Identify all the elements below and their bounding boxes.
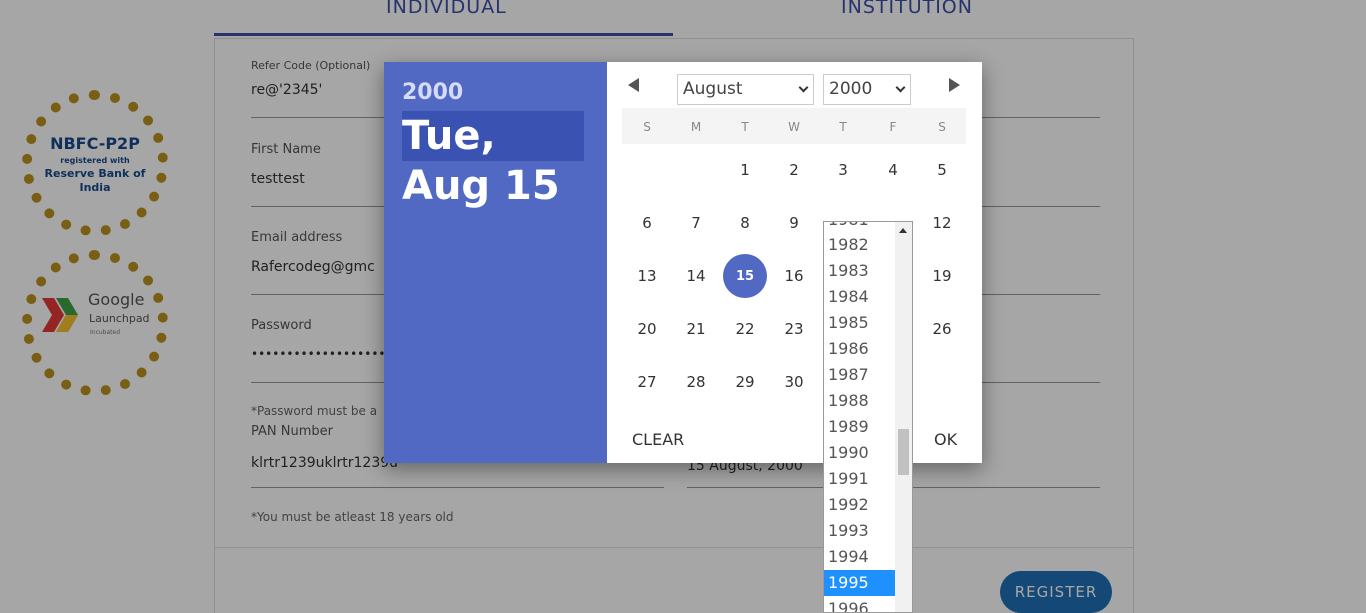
year-option[interactable]: 1983 <box>824 258 896 284</box>
calendar-day[interactable]: 28 <box>674 360 718 404</box>
year-option-highlighted[interactable]: 1995 <box>824 570 896 596</box>
calendar-day[interactable]: 4 <box>871 148 915 192</box>
weekday-label: S <box>938 120 946 134</box>
year-dropdown-list[interactable]: 1981 1982 1983 1984 1985 1986 1987 1988 … <box>823 221 913 613</box>
clear-button[interactable]: CLEAR <box>632 430 684 449</box>
prev-month-icon[interactable] <box>628 78 639 92</box>
calendar-day[interactable]: 29 <box>723 360 767 404</box>
chevron-down-icon <box>895 82 906 93</box>
calendar-day[interactable]: 6 <box>625 201 669 245</box>
list-scrollbar[interactable] <box>895 222 912 612</box>
calendar-day[interactable]: 14 <box>674 254 718 298</box>
calendar-day[interactable]: 23 <box>772 307 816 351</box>
weekday-label: T <box>839 120 847 134</box>
calendar-day[interactable]: 1 <box>723 148 767 192</box>
scroll-up-icon[interactable] <box>899 228 907 233</box>
calendar-day-selected[interactable]: 15 <box>723 254 767 298</box>
weekday-header: S M T W T F S <box>622 108 966 144</box>
year-option[interactable]: 1988 <box>824 388 896 414</box>
calendar-day[interactable]: 19 <box>920 254 964 298</box>
year-option[interactable]: 1994 <box>824 544 896 570</box>
year-option[interactable]: 1993 <box>824 518 896 544</box>
year-option[interactable]: 1990 <box>824 440 896 466</box>
calendar-day[interactable]: 26 <box>920 307 964 351</box>
calendar-day[interactable]: 9 <box>772 201 816 245</box>
date-picker-header: 2000 Tue, Aug 15 <box>384 62 607 463</box>
calendar-day[interactable]: 27 <box>625 360 669 404</box>
weekday-label: F <box>889 120 897 134</box>
scrollbar-thumb[interactable] <box>898 429 909 475</box>
year-option[interactable]: 1996 <box>824 596 896 612</box>
weekday-label: T <box>741 120 749 134</box>
year-option[interactable]: 1989 <box>824 414 896 440</box>
calendar-day[interactable]: 13 <box>625 254 669 298</box>
weekday-label: S <box>643 120 651 134</box>
year-select-value: 2000 <box>829 79 873 99</box>
header-weekday: Tue, <box>402 113 496 159</box>
weekday-label: M <box>690 120 702 134</box>
year-option[interactable]: 1986 <box>824 336 896 362</box>
calendar-day[interactable]: 21 <box>674 307 718 351</box>
calendar-day[interactable]: 7 <box>674 201 718 245</box>
list-item-partial[interactable]: 1981 <box>828 222 869 229</box>
chevron-down-icon <box>798 82 809 93</box>
year-option[interactable]: 1985 <box>824 310 896 336</box>
year-option[interactable]: 1987 <box>824 362 896 388</box>
header-date: Tue, Aug 15 <box>402 111 560 211</box>
calendar-day[interactable]: 3 <box>821 148 865 192</box>
calendar-day[interactable]: 20 <box>625 307 669 351</box>
weekday-label: W <box>788 120 800 134</box>
year-select[interactable]: 2000 <box>823 74 911 105</box>
calendar-day[interactable]: 22 <box>723 307 767 351</box>
month-select-value: August <box>683 79 743 99</box>
year-option[interactable]: 1992 <box>824 492 896 518</box>
next-month-icon[interactable] <box>949 78 960 92</box>
calendar-day[interactable]: 16 <box>772 254 816 298</box>
calendar-day[interactable]: 8 <box>723 201 767 245</box>
ok-button[interactable]: OK <box>934 430 957 449</box>
calendar-day[interactable]: 2 <box>772 148 816 192</box>
year-option[interactable]: 1984 <box>824 284 896 310</box>
year-option[interactable]: 1991 <box>824 466 896 492</box>
calendar-day[interactable]: 5 <box>920 148 964 192</box>
header-year[interactable]: 2000 <box>402 80 463 105</box>
header-month-day: Aug 15 <box>402 163 560 209</box>
year-option[interactable]: 1982 <box>824 232 896 258</box>
calendar-day[interactable]: 30 <box>772 360 816 404</box>
month-select[interactable]: August <box>677 74 814 105</box>
calendar-day[interactable]: 12 <box>920 201 964 245</box>
